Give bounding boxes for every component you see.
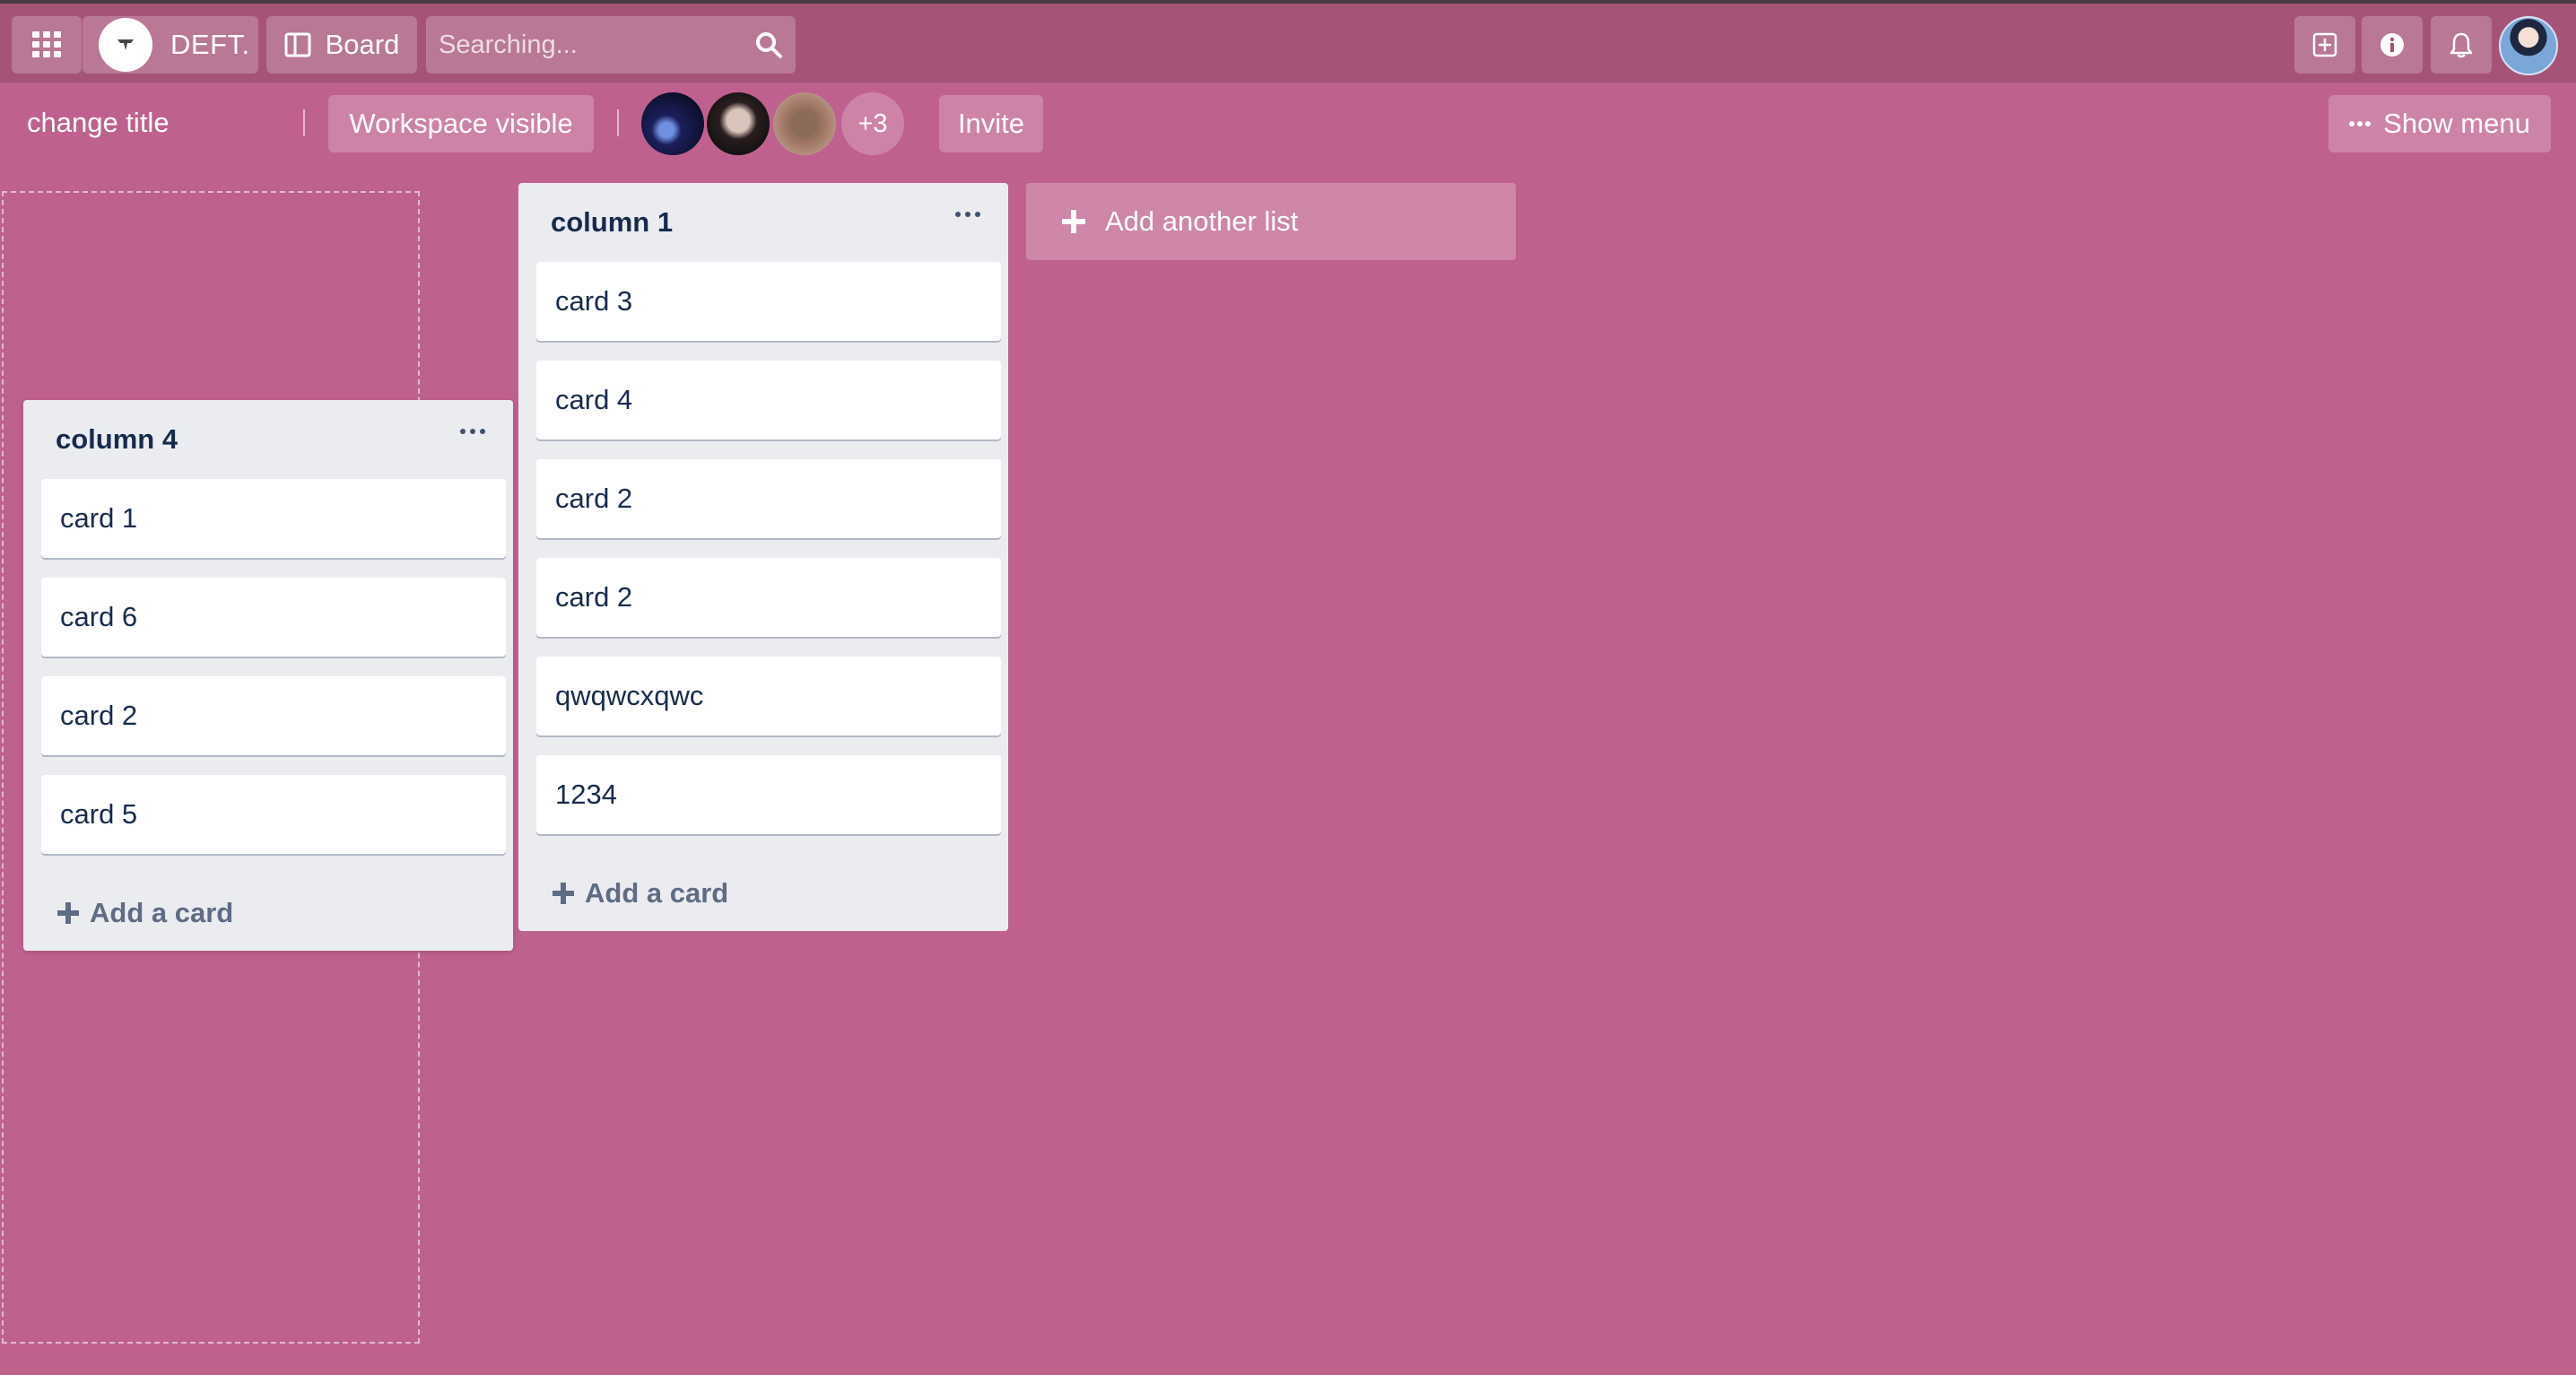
list-column-1[interactable]: column 1 card 3 card 4 card 2 card 2 qwq… [518,183,1008,931]
list-column-4[interactable]: column 4 card 1 card 6 card 2 card 5 Add… [23,400,513,951]
list-header: column 1 [518,183,1008,262]
member-avatar[interactable] [641,92,704,155]
home-logo-button[interactable]: DEFT. [83,16,258,74]
apps-grid-icon [32,31,61,57]
add-card-label: Add a card [90,897,234,928]
card[interactable]: card 6 [41,578,506,657]
more-members-badge[interactable]: +3 [841,92,904,155]
list-title[interactable]: column 1 [551,206,673,239]
search-icon[interactable] [754,30,783,59]
show-menu-button[interactable]: Show menu [2328,95,2551,152]
plus-icon [553,883,574,904]
card[interactable]: qwqwcxqwc [536,657,1001,735]
top-navbar: DEFT. Board [0,4,2576,83]
board-button[interactable]: Board [266,16,417,74]
info-button[interactable] [2362,16,2423,74]
info-icon [2380,33,2404,57]
more-dots-icon[interactable] [954,210,981,219]
search-box [426,16,796,74]
apps-button[interactable] [12,16,82,74]
card[interactable]: card 3 [536,262,1001,341]
plus-icon [1062,210,1085,233]
card[interactable]: card 2 [41,676,506,755]
card[interactable]: 1234 [536,755,1001,834]
more-dots-icon[interactable] [459,427,486,436]
logo-text: DEFT. [170,29,250,60]
add-card-label: Add a card [585,877,729,909]
card[interactable]: card 1 [41,479,506,558]
list-title[interactable]: column 4 [56,423,178,456]
member-avatar[interactable] [707,92,770,155]
add-list-label: Add another list [1105,205,1299,237]
search-input[interactable] [439,16,735,74]
member-avatar[interactable] [773,92,836,155]
workspace-visibility-button[interactable]: Workspace visible [328,95,594,152]
add-card-button[interactable]: Add a card [553,877,728,909]
card[interactable]: card 5 [41,775,506,854]
create-button[interactable] [2294,16,2355,74]
add-card-button[interactable]: Add a card [57,897,233,929]
show-menu-label: Show menu [2383,108,2530,139]
invite-button[interactable]: Invite [939,95,1043,152]
user-avatar[interactable] [2499,16,2558,75]
list-header: column 4 [23,400,513,479]
bell-icon [2450,32,2473,58]
plus-icon [57,902,79,924]
board-title[interactable]: change title [27,100,170,145]
header-divider [617,109,619,136]
board-icon [284,32,311,57]
header-divider [303,109,305,136]
logo-icon [99,18,152,72]
card[interactable]: card 2 [536,558,1001,637]
card[interactable]: card 2 [536,459,1001,538]
add-icon [2312,32,2337,57]
card[interactable]: card 4 [536,361,1001,439]
add-list-button[interactable]: Add another list [1026,183,1516,260]
more-dots-icon [2349,120,2371,127]
board-button-label: Board [325,29,400,60]
notifications-button[interactable] [2431,16,2492,74]
